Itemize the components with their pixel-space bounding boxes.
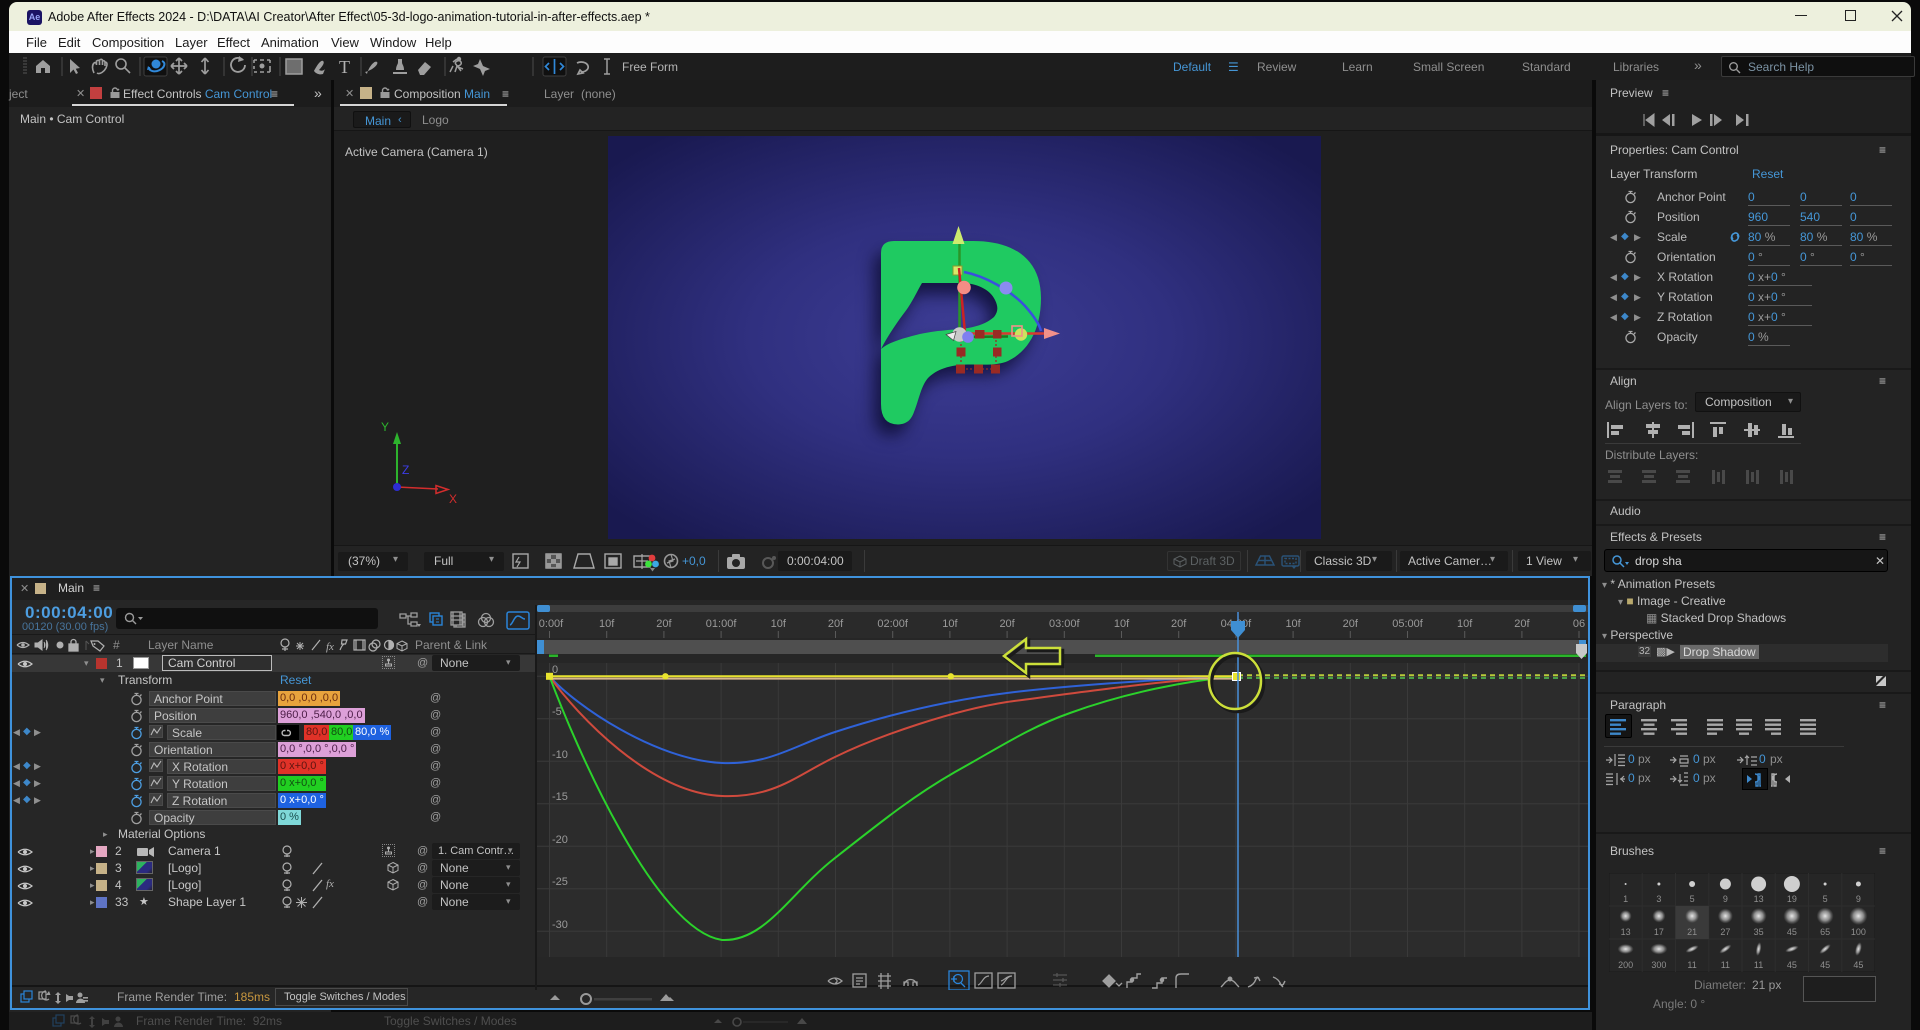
svg-text:20f: 20f [1171, 618, 1187, 630]
svg-text:3: 3 [1656, 894, 1661, 904]
svg-text:10f: 10f [942, 618, 958, 630]
svg-text:11: 11 [1721, 960, 1730, 970]
svg-text:10f: 10f [599, 618, 615, 630]
svg-text:300: 300 [1651, 960, 1666, 970]
svg-text:20f: 20f [999, 618, 1015, 630]
svg-text:65: 65 [1820, 927, 1830, 937]
svg-text:45: 45 [1820, 960, 1830, 970]
svg-text:20f: 20f [828, 618, 844, 630]
svg-text:45: 45 [1787, 927, 1797, 937]
svg-text:10f: 10f [1457, 618, 1473, 630]
svg-text:35: 35 [1754, 927, 1764, 937]
svg-text:T: T [339, 57, 350, 77]
svg-text:-10: -10 [552, 749, 568, 761]
svg-text:Z: Z [402, 463, 409, 477]
svg-text:21: 21 [1687, 927, 1697, 937]
svg-text:17: 17 [1654, 927, 1664, 937]
svg-text:03:00f: 03:00f [1049, 618, 1081, 630]
svg-text:0:00f: 0:00f [539, 618, 564, 630]
svg-text:20f: 20f [656, 618, 672, 630]
svg-text:13: 13 [1754, 894, 1764, 904]
svg-text:fx: fx [326, 641, 334, 653]
svg-text:45: 45 [1787, 960, 1797, 970]
svg-text:20f: 20f [1514, 618, 1530, 630]
svg-text:-15: -15 [552, 791, 568, 803]
svg-text:-5: -5 [552, 706, 562, 718]
svg-text:11: 11 [1687, 960, 1696, 970]
svg-text:02:00f: 02:00f [877, 618, 909, 630]
svg-text:1: 1 [1623, 894, 1628, 904]
svg-text:9: 9 [1723, 894, 1728, 904]
svg-text:11: 11 [1754, 960, 1763, 970]
svg-text:05:00f: 05:00f [1392, 618, 1424, 630]
svg-text:200: 200 [1618, 960, 1633, 970]
svg-text:06: 06 [1573, 618, 1585, 630]
svg-text:X: X [449, 492, 457, 506]
svg-text:9: 9 [1856, 894, 1861, 904]
svg-text:13: 13 [1621, 927, 1631, 937]
svg-text:20f: 20f [1343, 618, 1359, 630]
svg-text:01:00f: 01:00f [706, 618, 738, 630]
svg-text:100: 100 [1851, 927, 1866, 937]
svg-text:Y: Y [381, 420, 389, 434]
svg-text:-30: -30 [552, 919, 568, 931]
svg-text:45: 45 [1853, 960, 1863, 970]
svg-text:10f: 10f [1114, 618, 1130, 630]
svg-text:-25: -25 [552, 876, 568, 888]
svg-text:-20: -20 [552, 834, 568, 846]
svg-text:5: 5 [1690, 894, 1695, 904]
svg-text:10f: 10f [1285, 618, 1301, 630]
svg-text:27: 27 [1720, 927, 1730, 937]
svg-text:19: 19 [1787, 894, 1797, 904]
svg-text:10f: 10f [771, 618, 787, 630]
svg-text:5: 5 [1823, 894, 1828, 904]
